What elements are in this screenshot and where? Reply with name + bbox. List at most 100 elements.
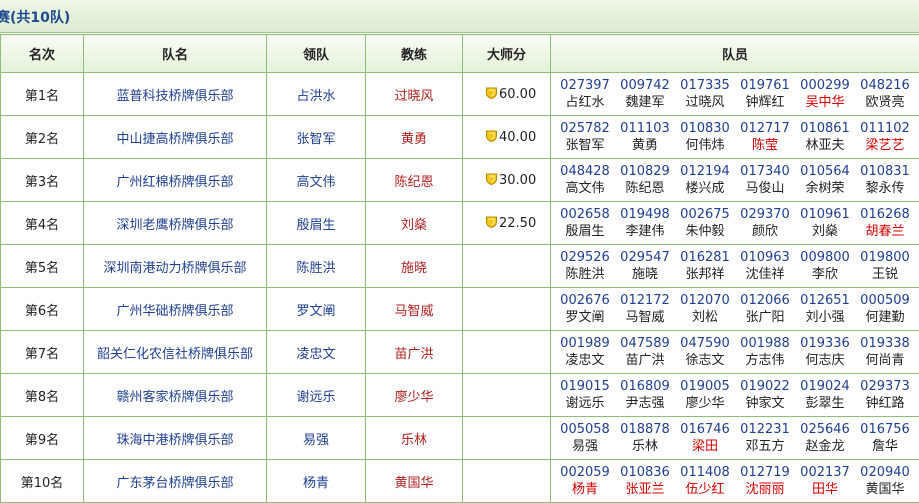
team-name-link[interactable]: 深圳南港动力桥牌俱乐部	[83, 244, 267, 288]
member-item[interactable]: 020940 黄国华	[855, 464, 915, 498]
member-id-link[interactable]: 010830	[675, 120, 735, 137]
coach-link[interactable]: 过晓风	[365, 72, 463, 116]
member-id-link[interactable]: 005058	[555, 421, 615, 438]
member-item[interactable]: 029373 钟红路	[855, 378, 915, 412]
member-item[interactable]: 010829 陈纪恩	[615, 163, 675, 197]
member-item[interactable]: 019015 谢远乐	[555, 378, 615, 412]
member-id-link[interactable]: 019800	[855, 249, 915, 266]
member-item[interactable]: 010963 沈佳祥	[735, 249, 795, 283]
member-item[interactable]: 012231 邓五方	[735, 421, 795, 455]
member-item[interactable]: 009800 李欣	[795, 249, 855, 283]
member-id-link[interactable]: 048428	[555, 163, 615, 180]
member-item[interactable]: 016756 詹华	[855, 421, 915, 455]
member-id-link[interactable]: 018878	[615, 421, 675, 438]
leader-link[interactable]: 杨青	[266, 459, 366, 503]
coach-link[interactable]: 黄勇	[365, 115, 463, 159]
member-item[interactable]: 019338 何尚青	[855, 335, 915, 369]
member-id-link[interactable]: 002675	[675, 206, 735, 223]
member-item[interactable]: 016268 胡春兰	[855, 206, 915, 240]
member-id-link[interactable]: 001989	[555, 335, 615, 352]
member-id-link[interactable]: 012066	[735, 292, 795, 309]
member-id-link[interactable]: 019336	[795, 335, 855, 352]
leader-link[interactable]: 罗文阐	[266, 287, 366, 331]
member-item[interactable]: 012066 张广阳	[735, 292, 795, 326]
member-id-link[interactable]: 016756	[855, 421, 915, 438]
member-id-link[interactable]: 002676	[555, 292, 615, 309]
member-id-link[interactable]: 012651	[795, 292, 855, 309]
coach-link[interactable]: 乐林	[365, 416, 463, 460]
member-item[interactable]: 018878 乐林	[615, 421, 675, 455]
member-item[interactable]: 025782 张智军	[555, 120, 615, 154]
member-id-link[interactable]: 019761	[735, 77, 795, 94]
member-item[interactable]: 025646 赵金龙	[795, 421, 855, 455]
member-id-link[interactable]: 029373	[855, 378, 915, 395]
leader-link[interactable]: 殷眉生	[266, 201, 366, 245]
member-item[interactable]: 012070 刘松	[675, 292, 735, 326]
member-id-link[interactable]: 000509	[855, 292, 915, 309]
member-id-link[interactable]: 010861	[795, 120, 855, 137]
member-item[interactable]: 010961 刘燊	[795, 206, 855, 240]
member-id-link[interactable]: 010836	[615, 464, 675, 481]
member-id-link[interactable]: 016281	[675, 249, 735, 266]
member-id-link[interactable]: 019498	[615, 206, 675, 223]
member-item[interactable]: 017335 过晓风	[675, 77, 735, 111]
coach-link[interactable]: 施晓	[365, 244, 463, 288]
member-item[interactable]: 010836 张亚兰	[615, 464, 675, 498]
member-item[interactable]: 000509 何建勤	[855, 292, 915, 326]
member-id-link[interactable]: 019022	[735, 378, 795, 395]
member-id-link[interactable]: 010831	[855, 163, 915, 180]
member-id-link[interactable]: 047590	[675, 335, 735, 352]
member-item[interactable]: 029547 施晓	[615, 249, 675, 283]
leader-link[interactable]: 高文伟	[266, 158, 366, 202]
member-item[interactable]: 010831 黎永传	[855, 163, 915, 197]
member-id-link[interactable]: 016746	[675, 421, 735, 438]
member-id-link[interactable]: 010829	[615, 163, 675, 180]
member-id-link[interactable]: 009800	[795, 249, 855, 266]
member-id-link[interactable]: 019015	[555, 378, 615, 395]
member-item[interactable]: 002137 田华	[795, 464, 855, 498]
member-item[interactable]: 019005 廖少华	[675, 378, 735, 412]
member-id-link[interactable]: 029370	[735, 206, 795, 223]
member-item[interactable]: 019498 李建伟	[615, 206, 675, 240]
coach-link[interactable]: 廖少华	[365, 373, 463, 417]
member-item[interactable]: 005058 易强	[555, 421, 615, 455]
member-id-link[interactable]: 011103	[615, 120, 675, 137]
member-id-link[interactable]: 019005	[675, 378, 735, 395]
member-item[interactable]: 019800 王锐	[855, 249, 915, 283]
member-item[interactable]: 048428 高文伟	[555, 163, 615, 197]
member-id-link[interactable]: 009742	[615, 77, 675, 94]
member-id-link[interactable]: 010564	[795, 163, 855, 180]
team-name-link[interactable]: 赣州客家桥牌俱乐部	[83, 373, 267, 417]
member-item[interactable]: 002676 罗文阐	[555, 292, 615, 326]
member-id-link[interactable]: 010961	[795, 206, 855, 223]
member-id-link[interactable]: 012231	[735, 421, 795, 438]
member-item[interactable]: 016809 尹志强	[615, 378, 675, 412]
member-item[interactable]: 027397 占红水	[555, 77, 615, 111]
member-id-link[interactable]: 047589	[615, 335, 675, 352]
leader-link[interactable]: 占洪水	[266, 72, 366, 116]
member-item[interactable]: 012194 楼兴成	[675, 163, 735, 197]
member-id-link[interactable]: 011408	[675, 464, 735, 481]
member-item[interactable]: 000299 吴中华	[795, 77, 855, 111]
leader-link[interactable]: 易强	[266, 416, 366, 460]
coach-link[interactable]: 马智威	[365, 287, 463, 331]
member-id-link[interactable]: 016268	[855, 206, 915, 223]
member-id-link[interactable]: 017340	[735, 163, 795, 180]
member-id-link[interactable]: 012717	[735, 120, 795, 137]
member-item[interactable]: 001989 凌忠文	[555, 335, 615, 369]
member-item[interactable]: 047589 苗广洪	[615, 335, 675, 369]
member-id-link[interactable]: 010963	[735, 249, 795, 266]
member-id-link[interactable]: 025646	[795, 421, 855, 438]
member-item[interactable]: 011103 黄勇	[615, 120, 675, 154]
member-item[interactable]: 010830 何伟炜	[675, 120, 735, 154]
team-name-link[interactable]: 蓝普科技桥牌俱乐部	[83, 72, 267, 116]
team-name-link[interactable]: 中山捷高桥牌俱乐部	[83, 115, 267, 159]
member-item[interactable]: 029526 陈胜洪	[555, 249, 615, 283]
member-id-link[interactable]: 019338	[855, 335, 915, 352]
team-name-link[interactable]: 珠海中港桥牌俱乐部	[83, 416, 267, 460]
member-item[interactable]: 011408 伍少红	[675, 464, 735, 498]
member-item[interactable]: 016281 张邦祥	[675, 249, 735, 283]
coach-link[interactable]: 黄国华	[365, 459, 463, 503]
member-item[interactable]: 010861 林亚夫	[795, 120, 855, 154]
member-item[interactable]: 019761 钟辉红	[735, 77, 795, 111]
